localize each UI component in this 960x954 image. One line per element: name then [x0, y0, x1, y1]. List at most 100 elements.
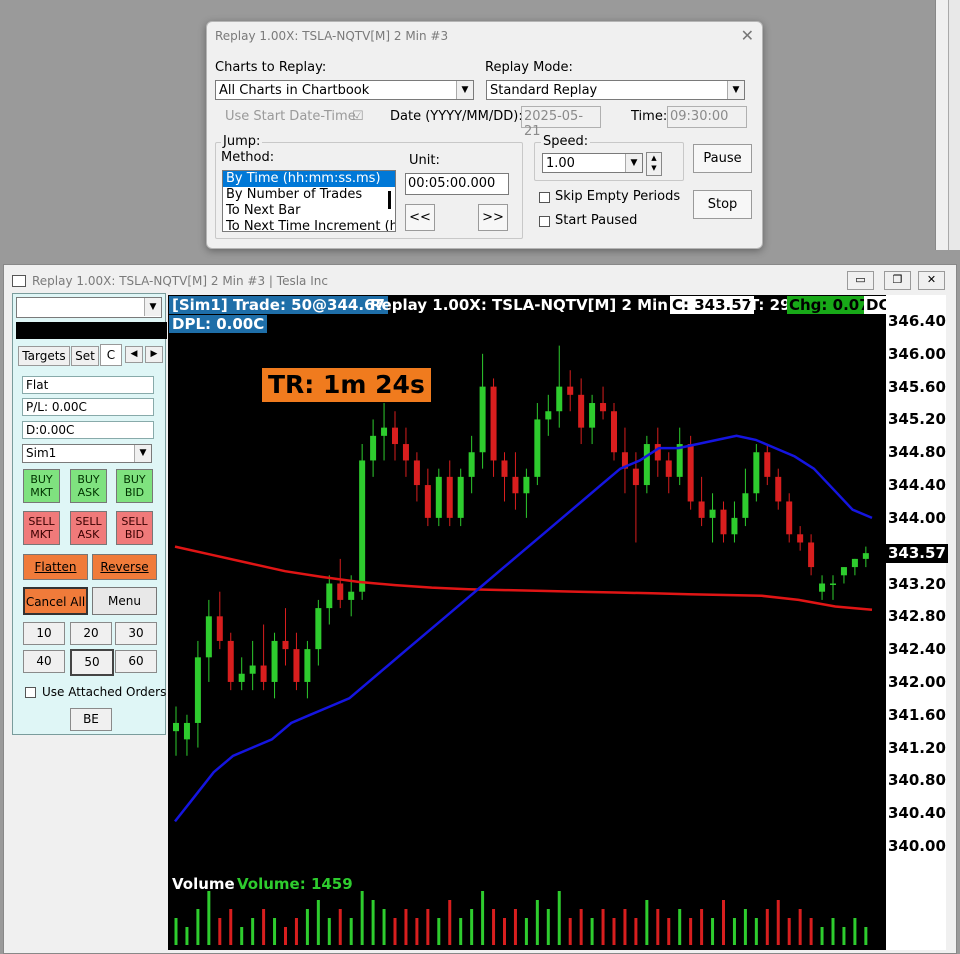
candle-body	[654, 444, 661, 461]
candle-body	[840, 567, 847, 576]
volume-bar	[864, 927, 868, 945]
unit-input[interactable]: 00:05:00.000	[405, 173, 509, 195]
jump-back-button[interactable]: <<	[405, 204, 435, 231]
account-select[interactable]: Sim1 ▼	[22, 444, 152, 463]
sell-ask-button[interactable]: SELL ASK	[70, 511, 107, 545]
chevron-down-icon[interactable]: ▼	[456, 81, 473, 99]
sell-bid-button[interactable]: SELL BID	[116, 511, 153, 545]
start-paused-label: Start Paused	[555, 213, 638, 228]
speed-label: Speed:	[541, 134, 591, 149]
speed-spinner[interactable]: ▲ ▼	[646, 152, 662, 176]
volume-bar	[678, 909, 682, 945]
candle	[402, 427, 409, 477]
reverse-button[interactable]: Reverse	[92, 554, 157, 580]
candle-body	[764, 452, 771, 477]
candle-body	[173, 722, 179, 732]
menu-button[interactable]: Menu	[92, 587, 157, 615]
chevron-down-icon[interactable]: ▼	[144, 298, 161, 316]
chevron-down-icon[interactable]: ▼	[625, 154, 642, 172]
method-item[interactable]: To Next Bar	[223, 203, 395, 219]
candle	[468, 435, 475, 494]
chevron-down-icon[interactable]: ▼	[134, 445, 151, 462]
tab-c[interactable]: C	[100, 344, 122, 366]
volume-bar	[590, 918, 594, 945]
method-item[interactable]: To Next Time Increment (h	[223, 219, 395, 231]
candle	[775, 468, 782, 510]
unit-label: Unit:	[409, 153, 440, 168]
tab-scroll-left-icon[interactable]: ◀	[125, 346, 143, 363]
candle	[632, 452, 639, 543]
volume-bar	[240, 927, 244, 945]
qty-30-button[interactable]: 30	[115, 622, 157, 645]
close-icon[interactable]: ✕	[918, 271, 945, 290]
candle-body	[556, 386, 563, 412]
candle-body	[862, 553, 869, 559]
method-list[interactable]: By Time (hh:mm:ss.ms) By Number of Trade…	[222, 170, 396, 232]
candle-body	[424, 485, 431, 518]
candle-body	[238, 673, 245, 682]
candle	[523, 468, 530, 518]
minimize-icon[interactable]: ▭	[847, 271, 874, 290]
time-input[interactable]: 09:30:00	[667, 106, 747, 128]
qty-60-button[interactable]: 60	[115, 650, 157, 673]
replay-mode-select[interactable]: Standard Replay ▼	[486, 80, 745, 100]
candles-layer	[173, 345, 869, 756]
speed-select[interactable]: 1.00 ▼	[542, 153, 643, 173]
candle	[621, 427, 628, 494]
buy-ask-button[interactable]: BUY ASK	[70, 469, 107, 503]
volume-bar	[503, 918, 506, 945]
qty-10-button[interactable]: 10	[23, 622, 65, 645]
use-attached-orders-checkbox[interactable]	[25, 687, 36, 698]
candle	[720, 501, 727, 543]
price-chart[interactable]: [Sim1] Trade: 50@344.67 Replay 1.00X: TS…	[168, 295, 886, 950]
qty-50-button[interactable]: 50	[70, 649, 114, 676]
method-item[interactable]: By Number of Trades	[223, 187, 395, 203]
use-start-checkbox[interactable]: ☑	[352, 109, 364, 124]
volume-bar	[470, 909, 474, 945]
buy-bid-button[interactable]: BUY BID	[116, 469, 153, 503]
close-icon[interactable]: ✕	[741, 26, 754, 45]
volume-bar	[174, 918, 178, 945]
sell-market-button[interactable]: SELL MKT	[23, 511, 60, 545]
symbol-select[interactable]: ▼	[16, 297, 162, 318]
trade-window-panel: ▼ Targets Set C ◀ ▶ Flat P/L: 0.00C D:0.…	[12, 293, 167, 735]
qty-20-button[interactable]: 20	[70, 622, 112, 645]
volume-bar	[546, 909, 550, 945]
price-tick-label: 344.40	[888, 476, 946, 495]
qty-40-button[interactable]: 40	[23, 650, 65, 673]
use-start-datetime-label: Use Start Date-Time	[225, 109, 356, 124]
candle-body	[359, 460, 366, 592]
breakeven-button[interactable]: BE	[70, 708, 112, 731]
charts-to-replay-select[interactable]: All Charts in Chartbook ▼	[215, 80, 474, 100]
candle-body	[227, 640, 234, 682]
skip-empty-checkbox[interactable]	[539, 192, 550, 203]
method-item[interactable]: By Time (hh:mm:ss.ms)	[223, 171, 395, 187]
candle-body	[851, 558, 858, 568]
candle-body	[435, 476, 442, 518]
tab-targets[interactable]: Targets	[18, 346, 70, 366]
candle	[840, 567, 847, 584]
list-scrollbar-thumb[interactable]	[388, 191, 391, 209]
cancel-all-button[interactable]: Cancel All	[23, 587, 88, 615]
buy-market-button[interactable]: BUY MKT	[23, 469, 60, 503]
candle-body	[731, 517, 738, 535]
volume-bar	[623, 909, 627, 945]
chevron-down-icon[interactable]: ▼	[727, 81, 744, 99]
volume-bar	[601, 909, 605, 945]
start-paused-checkbox[interactable]	[539, 216, 550, 227]
stop-button[interactable]: Stop	[693, 190, 752, 219]
candle-body	[578, 394, 585, 428]
volume-bar	[404, 909, 408, 945]
candle-body	[315, 608, 322, 650]
volume-bar	[360, 891, 364, 945]
date-input[interactable]: 2025-05-21	[521, 106, 601, 139]
restore-icon[interactable]: ❐	[884, 271, 911, 290]
pause-button[interactable]: Pause	[693, 144, 752, 173]
tab-scroll-right-icon[interactable]: ▶	[145, 346, 163, 363]
flatten-button[interactable]: Flatten	[23, 554, 88, 580]
jump-forward-button[interactable]: >>	[478, 204, 508, 231]
tab-set[interactable]: Set	[71, 346, 99, 366]
candle	[501, 452, 508, 502]
price-axis[interactable]: 346.40 346.00 345.60 345.20 344.80 344.40 344.…	[886, 295, 948, 950]
time-label: Time:	[631, 109, 668, 124]
